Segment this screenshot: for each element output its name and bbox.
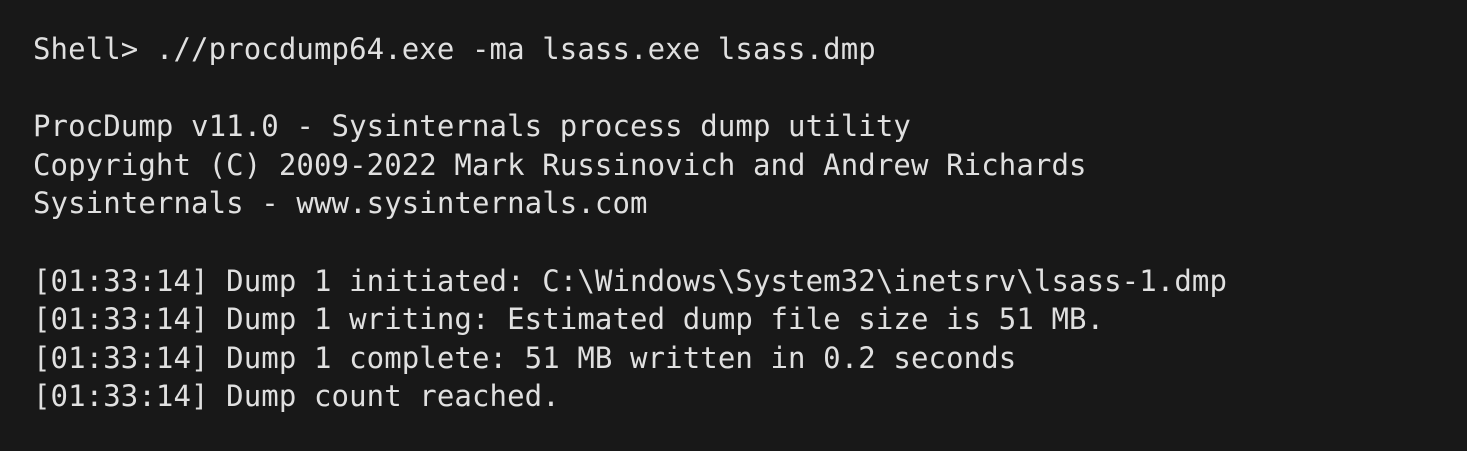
log-line: [01:33:14] Dump 1 writing: Estimated dum… [33,302,1105,337]
command-line: Shell> .//procdump64.exe -ma lsass.exe l… [33,32,876,66]
log-line: [01:33:14] Dump 1 complete: 51 MB writte… [33,340,1017,375]
log-line: [01:33:14] Dump 1 initiated: C:\Windows\… [33,263,1228,298]
log-line: [01:33:14] Dump count reached. [33,379,560,414]
banner-title: ProcDump v11.0 - Sysinternals process du… [33,109,911,144]
banner-copyright: Copyright (C) 2009-2022 Mark Russinovich… [33,147,1087,182]
terminal-output[interactable]: Shell> .//procdump64.exe -ma lsass.exe l… [0,0,1467,451]
banner-website: Sysinternals - www.sysinternals.com [33,186,648,221]
